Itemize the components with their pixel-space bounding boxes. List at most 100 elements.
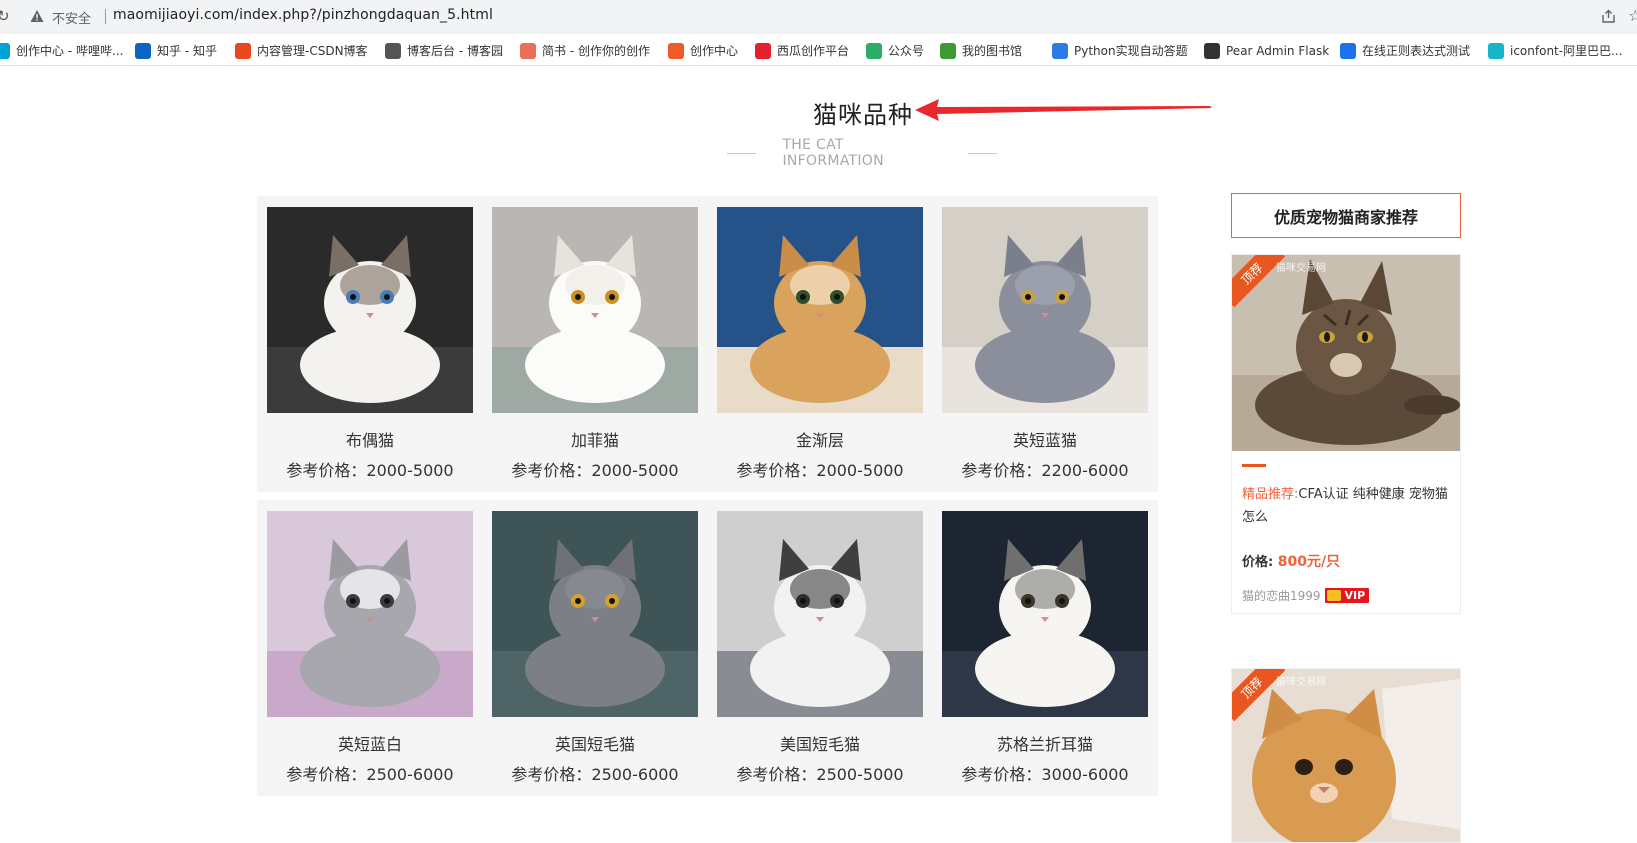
bookmark-label: 创作中心 [690, 44, 739, 58]
bookmark-item[interactable]: 在线正则表达式测试 [1340, 42, 1470, 59]
accent-dash [1242, 464, 1266, 467]
cat-price: 参考价格：2000-5000 [511, 461, 679, 480]
github-icon [1204, 42, 1220, 59]
cat-price: 参考价格：2500-6000 [286, 765, 454, 784]
cat-price: 参考价格：2200-6000 [961, 461, 1129, 480]
bookmark-item[interactable]: 西瓜创作平台 [755, 42, 849, 59]
vip-badge: VIP [1324, 588, 1370, 603]
bookmark-label: 在线正则表达式测试 [1362, 44, 1471, 58]
recommended-listing-card-2[interactable]: 顶荐 猫咪交易网 [1231, 668, 1461, 843]
cat-name[interactable]: 金渐层 [707, 427, 933, 451]
bookmark-item[interactable]: 创作中心 [668, 42, 738, 59]
reload-icon[interactable]: ↻ [0, 7, 10, 25]
bookmark-label: iconfont-阿里巴巴... [1510, 44, 1623, 58]
csdn-icon [235, 42, 251, 59]
cat-price: 参考价格：2000-5000 [736, 461, 904, 480]
library-icon [940, 42, 956, 59]
zhihu-icon [135, 42, 151, 59]
listing-photo-2[interactable]: 顶荐 猫咪交易网 [1232, 669, 1460, 842]
bookmark-label: 公众号 [888, 44, 925, 58]
cat-price: 参考价格：2000-5000 [286, 461, 454, 480]
listing-price: 价格: 800元/只 [1242, 551, 1340, 571]
cat-photo[interactable] [717, 207, 923, 413]
sidebar-title: 优质宠物猫商家推荐 [1231, 193, 1461, 238]
cat-name[interactable]: 英短蓝猫 [932, 427, 1158, 451]
cat-card[interactable]: 英短蓝白参考价格：2500-6000 [257, 500, 483, 796]
share-icon[interactable] [1601, 9, 1616, 24]
cat-photo[interactable] [267, 207, 473, 413]
bookmark-item[interactable]: 内容管理-CSDN博客 [235, 42, 368, 59]
cat-photo[interactable] [492, 207, 698, 413]
xigua-icon [755, 42, 771, 59]
cat-photo[interactable] [492, 511, 698, 717]
cat-photo[interactable] [267, 511, 473, 717]
cat-name[interactable]: 英短蓝白 [257, 731, 483, 755]
listing-seller[interactable]: 猫的恋曲1999 VIP [1242, 587, 1370, 604]
security-status[interactable]: 不安全 [52, 8, 91, 27]
bookmark-label: 我的图书馆 [962, 44, 1023, 58]
page-title: 猫咪品种 [813, 101, 913, 129]
cat-name[interactable]: 美国短毛猫 [707, 731, 933, 755]
address-divider [105, 9, 106, 24]
regex-icon [1340, 42, 1356, 59]
bookmark-item[interactable]: 我的图书馆 [940, 42, 1022, 59]
bookmark-item[interactable]: iconfont-阿里巴巴... [1488, 42, 1623, 59]
cnblogs-icon [385, 42, 401, 59]
bookmark-label: 博客后台 - 博客园 [407, 44, 503, 58]
page-subtitle: THE CAT INFORMATION [782, 137, 884, 169]
iconfont-icon [1488, 42, 1504, 59]
listing-highlight: 精品推荐: [1242, 487, 1299, 502]
seller-name: 猫的恋曲1999 [1242, 589, 1321, 603]
url-field[interactable]: maomijiaoyi.com/index.php?/pinzhongdaqua… [113, 7, 493, 23]
price-value: 800元/只 [1277, 554, 1341, 570]
vip-label: VIP [1344, 589, 1366, 602]
bookmark-label: Pear Admin Flask [1226, 43, 1330, 58]
listing-photo[interactable]: 顶荐 猫咪交易网 [1232, 255, 1460, 451]
bookmark-item[interactable]: 知乎 - 知乎 [135, 42, 217, 59]
bookmark-label: 创作中心 - 哔哩哔... [16, 44, 124, 58]
cat-price: 参考价格：2500-5000 [736, 765, 904, 784]
price-label: 价格: [1242, 555, 1274, 570]
cat-name[interactable]: 布偶猫 [257, 427, 483, 451]
recommended-listing-card[interactable]: 顶荐 猫咪交易网 精品推荐:CFA认证 纯种健康 宠物猫怎么 价格: 800元/… [1231, 254, 1461, 614]
bookmark-item[interactable]: 简书 - 创作你的创作 [520, 42, 650, 59]
cat-photo[interactable] [942, 207, 1148, 413]
bookmark-item[interactable]: Pear Admin Flask [1204, 42, 1329, 59]
watermark-text: 猫咪交易网 [1276, 263, 1326, 274]
cat-name[interactable]: 英国短毛猫 [482, 731, 708, 755]
bookmark-star-icon[interactable]: ☆ [1628, 6, 1637, 25]
cat-card[interactable]: 英短蓝猫参考价格：2200-6000 [932, 196, 1158, 492]
address-bar[interactable]: ↻ 不安全 maomijiaoyi.com/index.php?/pinzhon… [0, 0, 1637, 34]
cat-price: 参考价格：3000-6000 [961, 765, 1129, 784]
cat-card[interactable]: 金渐层参考价格：2000-5000 [707, 196, 933, 492]
bookmark-item[interactable]: 公众号 [866, 42, 924, 59]
warning-icon[interactable] [30, 9, 44, 23]
bookmark-item[interactable]: Python实现自动答题 [1052, 42, 1188, 59]
bookmark-item[interactable]: 创作中心 - 哔哩哔... [0, 42, 123, 59]
vip-gem-icon [1326, 590, 1341, 601]
cat-card[interactable]: 英国短毛猫参考价格：2500-6000 [482, 500, 708, 796]
python-icon [1052, 42, 1068, 59]
jianshu-icon [520, 42, 536, 59]
cat-photo[interactable] [717, 511, 923, 717]
cat-card[interactable]: 加菲猫参考价格：2000-5000 [482, 196, 708, 492]
cat-name[interactable]: 加菲猫 [482, 427, 708, 451]
bilibili-icon [0, 42, 10, 59]
bookmark-label: 西瓜创作平台 [777, 44, 850, 58]
watermark-text-2: 猫咪交易网 [1276, 677, 1326, 688]
red-annotation-arrow [915, 99, 1212, 121]
subtitle-line-left [727, 152, 757, 154]
subtitle-line-right [967, 152, 998, 154]
bookmark-label: 简书 - 创作你的创作 [542, 44, 650, 58]
bookmark-item[interactable]: 博客后台 - 博客园 [385, 42, 503, 59]
cat-card[interactable]: 美国短毛猫参考价格：2500-5000 [707, 500, 933, 796]
cat-name[interactable]: 苏格兰折耳猫 [932, 731, 1158, 755]
bookmark-label: Python实现自动答题 [1074, 44, 1188, 58]
bookmarks-bar: 创作中心 - 哔哩哔... 知乎 - 知乎 内容管理-CSDN博客 博客后台 - 博客… [0, 34, 1637, 66]
cat-card[interactable]: 布偶猫参考价格：2000-5000 [257, 196, 483, 492]
cat-card[interactable]: 苏格兰折耳猫参考价格：3000-6000 [932, 500, 1158, 796]
cat-photo[interactable] [942, 511, 1148, 717]
cat-price: 参考价格：2500-6000 [511, 765, 679, 784]
subtitle-block: THE CAT INFORMATION [727, 137, 998, 169]
listing-description[interactable]: 精品推荐:CFA认证 纯种健康 宠物猫怎么 [1242, 483, 1452, 529]
